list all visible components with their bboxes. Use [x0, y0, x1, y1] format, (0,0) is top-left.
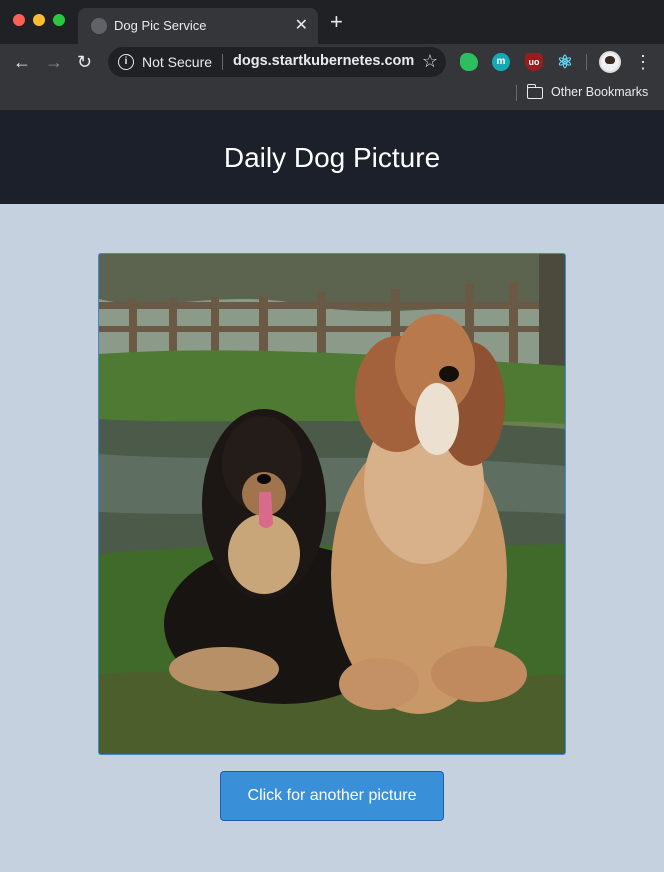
close-icon[interactable]: ✕ — [295, 15, 308, 35]
evernote-icon[interactable] — [460, 53, 478, 71]
reload-icon[interactable]: ↻ — [77, 51, 92, 73]
toolbar: ← → ↻ i Not Secure dogs.startkubernetes.… — [0, 44, 664, 80]
another-picture-button[interactable]: Click for another picture — [220, 771, 444, 821]
plus-icon[interactable]: + — [330, 11, 343, 33]
dog-picture — [98, 253, 566, 755]
address-bar[interactable]: i Not Secure dogs.startkubernetes.com ☆ — [108, 47, 446, 77]
toolbar-divider — [586, 54, 587, 70]
tab-bar: Dog Pic Service ✕ + — [0, 0, 664, 44]
security-label[interactable]: Not Secure — [142, 54, 212, 70]
page-title: Daily Dog Picture — [223, 142, 441, 173]
window-minimize-button[interactable] — [33, 14, 45, 26]
window-zoom-button[interactable] — [53, 14, 65, 26]
avatar[interactable] — [599, 51, 621, 73]
browser-chrome: Dog Pic Service ✕ + ← → ↻ i Not Secure d… — [0, 0, 664, 110]
ublock-icon[interactable]: uo — [525, 53, 543, 71]
star-icon[interactable]: ☆ — [422, 51, 438, 72]
info-icon[interactable]: i — [118, 54, 134, 70]
react-devtools-icon[interactable]: ⚛ — [556, 53, 574, 71]
arrow-left-icon[interactable]: ← — [13, 51, 31, 73]
tab-title: Dog Pic Service — [114, 18, 207, 33]
url-text[interactable]: dogs.startkubernetes.com — [233, 53, 414, 69]
other-bookmarks-link[interactable]: Other Bookmarks — [551, 85, 648, 99]
folder-icon[interactable] — [526, 84, 543, 99]
omnibox-divider — [222, 54, 223, 70]
m-extension-icon[interactable]: m — [492, 53, 510, 71]
main-content: Click for another picture — [0, 204, 664, 872]
dog-photo-illustration — [99, 254, 565, 754]
browser-tab[interactable]: Dog Pic Service ✕ — [78, 8, 318, 44]
bookmarks-divider — [516, 85, 517, 101]
arrow-right-icon[interactable]: → — [45, 51, 63, 73]
window-close-button[interactable] — [13, 14, 25, 26]
site-header: Daily Dog Picture — [0, 110, 664, 204]
globe-icon — [91, 18, 107, 34]
kebab-menu-icon[interactable]: ⋮ — [634, 51, 652, 73]
bookmarks-bar: Other Bookmarks — [0, 80, 664, 110]
